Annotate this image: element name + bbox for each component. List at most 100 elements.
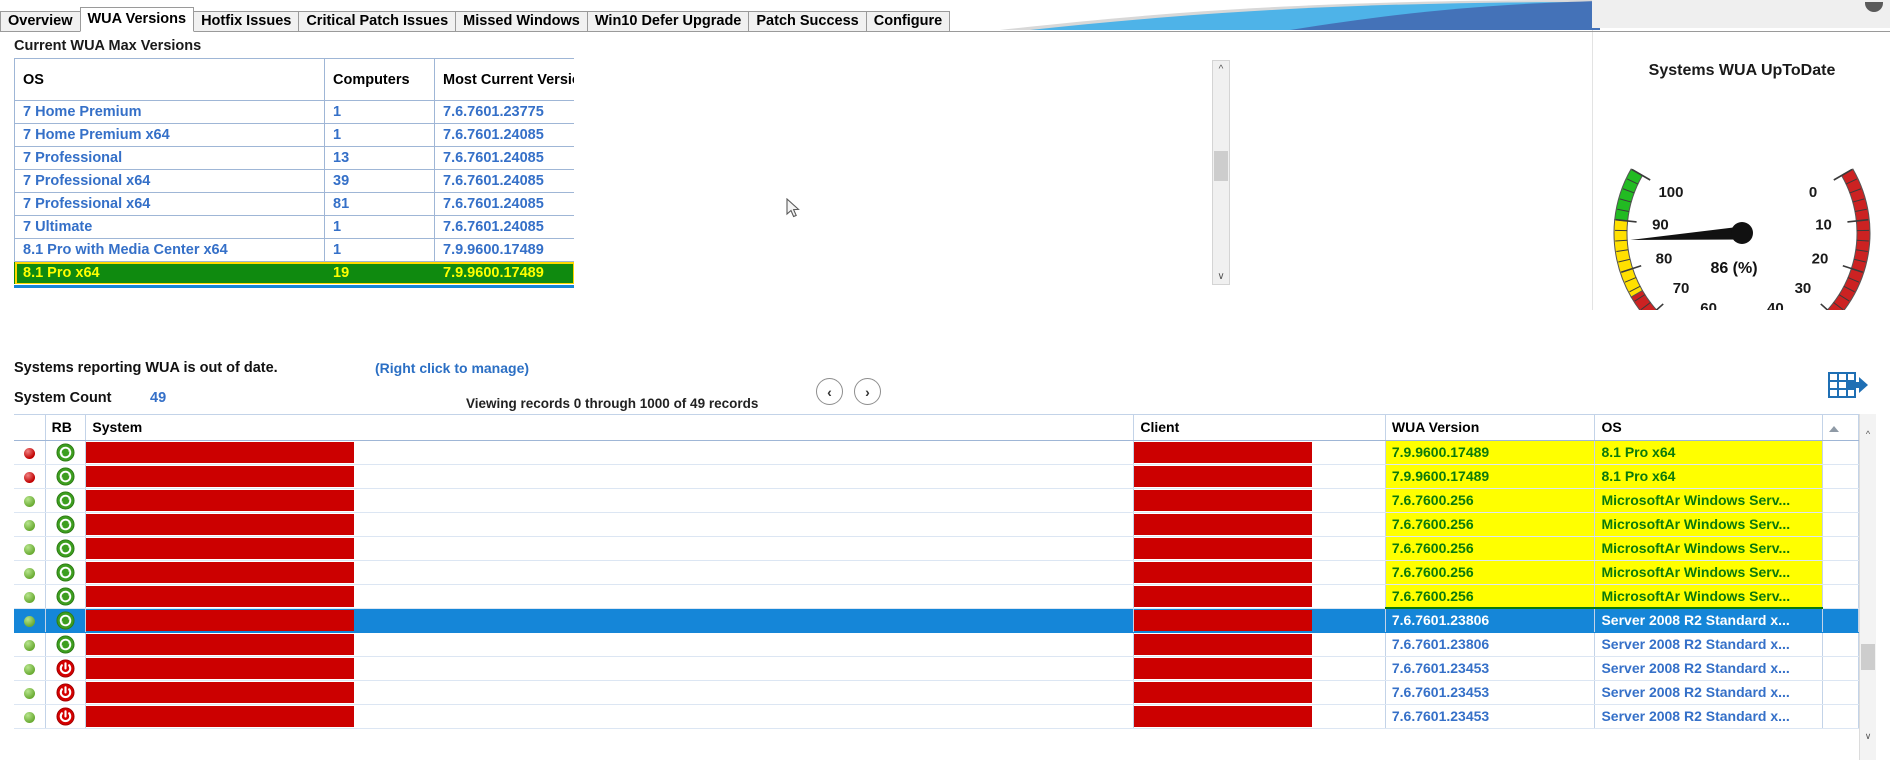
max-versions-col-os[interactable]: OS xyxy=(15,59,325,101)
row-rb-cell[interactable] xyxy=(45,464,86,488)
reboot-refresh-icon[interactable] xyxy=(56,587,75,606)
row-client-cell[interactable] xyxy=(1134,488,1386,512)
row-system-cell[interactable] xyxy=(86,584,1134,608)
row-rb-cell[interactable] xyxy=(45,632,86,656)
row-client-cell[interactable] xyxy=(1134,584,1386,608)
grid-col-os[interactable]: OS xyxy=(1595,415,1823,440)
max-versions-cell-os[interactable]: 7 Professional x64 xyxy=(15,193,325,216)
max-versions-cell-version[interactable]: 7.9.9600.17489 xyxy=(435,239,575,262)
row-rb-cell[interactable] xyxy=(45,560,86,584)
row-rb-cell[interactable] xyxy=(45,608,86,632)
row-status-indicator[interactable] xyxy=(14,512,45,536)
table-row[interactable]: 7.6.7600.256MicrosoftAr Windows Serv... xyxy=(14,512,1859,536)
max-versions-cell-version[interactable]: 7.6.7601.24085 xyxy=(435,216,575,239)
row-system-cell[interactable] xyxy=(86,464,1134,488)
row-wua-version-cell[interactable]: 7.6.7601.23806 xyxy=(1385,608,1595,632)
row-wua-version-cell[interactable]: 7.6.7601.23453 xyxy=(1385,704,1595,728)
max-versions-cell-computers[interactable]: 1 xyxy=(325,216,435,239)
tab-overview[interactable]: Overview xyxy=(0,11,81,32)
row-rb-cell[interactable] xyxy=(45,440,86,464)
row-rb-cell[interactable] xyxy=(45,656,86,680)
row-status-indicator[interactable] xyxy=(14,584,45,608)
row-wua-version-cell[interactable]: 7.6.7601.23806 xyxy=(1385,632,1595,656)
row-wua-version-cell[interactable]: 7.9.9600.17489 xyxy=(1385,440,1595,464)
reboot-refresh-icon[interactable] xyxy=(56,515,75,534)
row-system-cell[interactable] xyxy=(86,560,1134,584)
row-os-cell[interactable]: MicrosoftAr Windows Serv... xyxy=(1595,488,1823,512)
row-system-cell[interactable] xyxy=(86,440,1134,464)
row-client-cell[interactable] xyxy=(1134,440,1386,464)
max-versions-cell-version[interactable]: 7.6.7601.24085 xyxy=(435,124,575,147)
row-status-indicator[interactable] xyxy=(14,656,45,680)
max-versions-cell-version[interactable]: 7.6.7601.24085 xyxy=(435,170,575,193)
row-os-cell[interactable]: MicrosoftAr Windows Serv... xyxy=(1595,536,1823,560)
row-system-cell[interactable] xyxy=(86,680,1134,704)
grid-scrollbar-thumb[interactable] xyxy=(1861,644,1875,670)
max-versions-cell-version[interactable]: 7.6.7601.24085 xyxy=(435,193,575,216)
row-status-indicator[interactable] xyxy=(14,464,45,488)
row-client-cell[interactable] xyxy=(1134,632,1386,656)
row-os-cell[interactable]: MicrosoftAr Windows Serv... xyxy=(1595,512,1823,536)
grid-col-wua-version[interactable]: WUA Version xyxy=(1385,415,1595,440)
max-versions-cell-os[interactable]: 8.1 Pro with Media Center x64 xyxy=(15,239,325,262)
power-icon[interactable] xyxy=(56,659,75,678)
max-versions-row[interactable]: 7 Professional x64817.6.7601.24085 xyxy=(15,193,575,216)
row-wua-version-cell[interactable]: 7.6.7601.23453 xyxy=(1385,656,1595,680)
row-client-cell[interactable] xyxy=(1134,464,1386,488)
row-rb-cell[interactable] xyxy=(45,680,86,704)
grid-col-status[interactable] xyxy=(14,415,45,440)
row-wua-version-cell[interactable]: 7.6.7600.256 xyxy=(1385,488,1595,512)
row-wua-version-cell[interactable]: 7.6.7601.23453 xyxy=(1385,680,1595,704)
row-system-cell[interactable] xyxy=(86,512,1134,536)
max-versions-cell-os[interactable]: 8.1 Pro x64 xyxy=(15,262,325,285)
export-grid-icon[interactable] xyxy=(1828,370,1870,404)
max-versions-scrollbar[interactable]: ^ ∨ xyxy=(1212,60,1230,285)
previous-page-button[interactable]: ‹ xyxy=(816,378,843,405)
reboot-refresh-icon[interactable] xyxy=(56,563,75,582)
reboot-refresh-icon[interactable] xyxy=(56,491,75,510)
row-client-cell[interactable] xyxy=(1134,704,1386,728)
max-versions-cell-computers[interactable]: 13 xyxy=(325,147,435,170)
row-os-cell[interactable]: Server 2008 R2 Standard x... xyxy=(1595,656,1823,680)
row-system-cell[interactable] xyxy=(86,608,1134,632)
max-versions-cell-computers[interactable]: 19 xyxy=(325,262,435,285)
max-versions-col-version[interactable]: Most Current Version xyxy=(435,59,575,101)
row-client-cell[interactable] xyxy=(1134,560,1386,584)
row-wua-version-cell[interactable]: 7.6.7600.256 xyxy=(1385,584,1595,608)
scroll-up-icon[interactable]: ^ xyxy=(1213,61,1229,77)
reboot-refresh-icon[interactable] xyxy=(56,635,75,654)
table-row[interactable]: 7.6.7600.256MicrosoftAr Windows Serv... xyxy=(14,488,1859,512)
table-row[interactable]: 7.9.9600.174898.1 Pro x64 xyxy=(14,440,1859,464)
max-versions-cell-os[interactable]: 7 Professional x64 xyxy=(15,170,325,193)
max-versions-cell-os[interactable]: 7 Professional xyxy=(15,147,325,170)
grid-scroll-up-icon[interactable]: ^ xyxy=(1860,426,1876,441)
max-versions-cell-os[interactable]: 7 Ultimate xyxy=(15,216,325,239)
max-versions-row[interactable]: 8.1 Pro with Media Center x6417.9.9600.1… xyxy=(15,239,575,262)
max-versions-row[interactable]: 8.1 Pro x64197.9.9600.17489 xyxy=(15,262,575,285)
row-system-cell[interactable] xyxy=(86,488,1134,512)
tab-critical-patch-issues[interactable]: Critical Patch Issues xyxy=(298,11,456,32)
table-row[interactable]: 7.6.7601.23453Server 2008 R2 Standard x.… xyxy=(14,656,1859,680)
table-row[interactable]: 7.6.7601.23806Server 2008 R2 Standard x.… xyxy=(14,632,1859,656)
tab-missed-windows[interactable]: Missed Windows xyxy=(455,11,588,32)
max-versions-row[interactable]: 7 Professional x64397.6.7601.24085 xyxy=(15,170,575,193)
table-row[interactable]: 7.6.7600.256MicrosoftAr Windows Serv... xyxy=(14,536,1859,560)
tab-hotfix-issues[interactable]: Hotfix Issues xyxy=(193,11,299,32)
row-client-cell[interactable] xyxy=(1134,680,1386,704)
row-os-cell[interactable]: Server 2008 R2 Standard x... xyxy=(1595,680,1823,704)
systems-grid-scrollbar[interactable]: ^ ∨ xyxy=(1859,414,1876,760)
row-rb-cell[interactable] xyxy=(45,488,86,512)
row-status-indicator[interactable] xyxy=(14,440,45,464)
row-rb-cell[interactable] xyxy=(45,512,86,536)
tab-win10-defer-upgrade[interactable]: Win10 Defer Upgrade xyxy=(587,11,750,32)
scrollbar-thumb[interactable] xyxy=(1214,151,1228,181)
grid-col-sort-indicator[interactable] xyxy=(1823,415,1859,440)
row-os-cell[interactable]: Server 2008 R2 Standard x... xyxy=(1595,632,1823,656)
row-os-cell[interactable]: MicrosoftAr Windows Serv... xyxy=(1595,560,1823,584)
max-versions-cell-computers[interactable]: 1 xyxy=(325,101,435,124)
main-tab-strip[interactable]: Overview WUA Versions Hotfix Issues Crit… xyxy=(0,8,949,32)
table-row[interactable]: 7.6.7601.23453Server 2008 R2 Standard x.… xyxy=(14,704,1859,728)
row-rb-cell[interactable] xyxy=(45,536,86,560)
row-os-cell[interactable]: 8.1 Pro x64 xyxy=(1595,464,1823,488)
row-status-indicator[interactable] xyxy=(14,680,45,704)
